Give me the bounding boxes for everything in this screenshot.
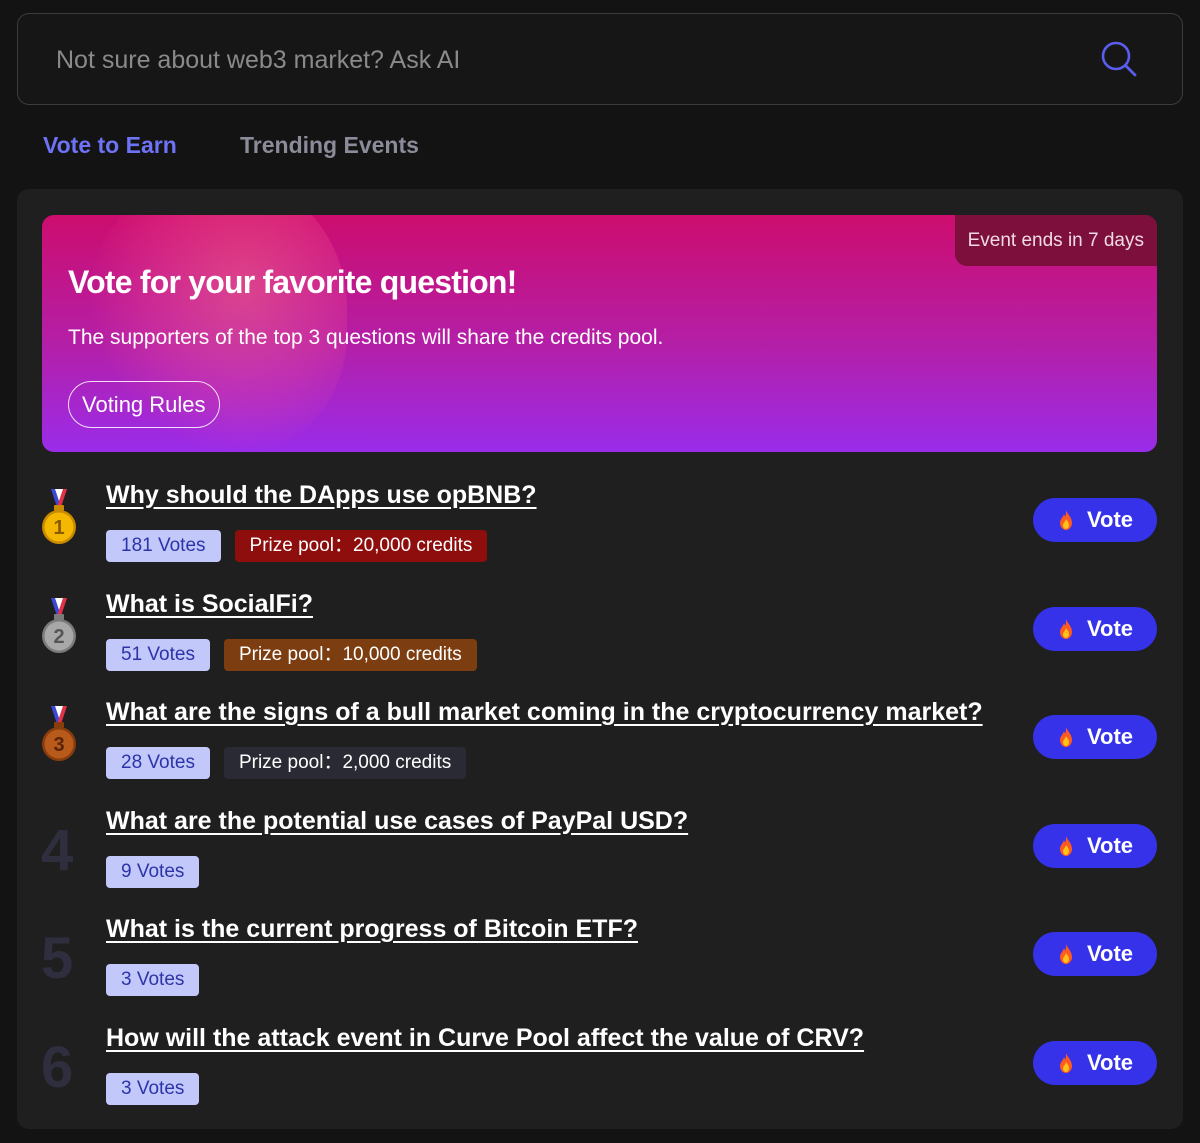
vote-count-badge: 3 Votes: [106, 964, 200, 996]
rank-number: 6: [41, 1034, 74, 1100]
question-row: 2 What is SocialFi? 51 Votes Prize pool：10,…: [17, 580, 1183, 689]
vote-count-badge: 181 Votes: [106, 530, 221, 562]
prize-pool-badge: Prize pool：10,000 credits: [223, 638, 477, 671]
prize-pool-badge: Prize pool：2,000 credits: [223, 747, 467, 779]
question-title-link[interactable]: What are the potential use cases of PayP…: [106, 807, 688, 836]
question-tags: 3 Votes: [106, 1072, 200, 1105]
fire-icon: [1059, 1052, 1072, 1073]
voting-rules-button[interactable]: Voting Rules: [68, 381, 220, 428]
banner-title: Vote for your favorite question!: [68, 264, 517, 300]
question-tags: 181 Votes Prize pool：20,000 credits: [106, 530, 488, 562]
question-row: 6 How will the attack event in Curve Pool…: [17, 1014, 1183, 1123]
vote-button-label: Vote: [1086, 1049, 1134, 1075]
event-ends-badge: Event ends in 7 days: [954, 215, 1157, 266]
vote-count-badge: 3 Votes: [106, 1072, 200, 1105]
tab-vote-to-earn[interactable]: Vote to Earn: [43, 132, 177, 159]
question-row: 5 What is the current progress of Bitcoin…: [17, 905, 1183, 1014]
vote-count-badge: 28 Votes: [106, 747, 210, 779]
rank-number: 4: [41, 817, 74, 883]
vote-panel: Event ends in 7 days Vote for your favor…: [17, 189, 1183, 1129]
fire-icon: [1059, 835, 1072, 856]
vote-count-badge: 51 Votes: [106, 638, 210, 671]
vote-button-label: Vote: [1086, 507, 1134, 532]
gold-medal-icon: 1: [42, 489, 76, 544]
search-bar[interactable]: [17, 13, 1183, 105]
event-banner: Event ends in 7 days Vote for your favor…: [42, 215, 1157, 452]
fire-icon: [1059, 727, 1072, 747]
rank-number: 5: [41, 926, 74, 991]
vote-button[interactable]: Vote: [1033, 932, 1157, 976]
question-tags: 51 Votes Prize pool：10,000 credits: [106, 638, 477, 671]
banner-subtitle: The supporters of the top 3 questions wi…: [68, 326, 664, 349]
question-tags: 9 Votes: [106, 855, 200, 888]
fire-icon: [1059, 510, 1072, 530]
question-tags: 28 Votes Prize pool：2,000 credits: [106, 747, 467, 779]
search-input[interactable]: [56, 40, 1076, 80]
vote-button[interactable]: Vote: [1033, 498, 1157, 542]
vote-button[interactable]: Vote: [1033, 715, 1157, 759]
vote-button[interactable]: Vote: [1033, 823, 1157, 868]
vote-button-label: Vote: [1086, 724, 1134, 749]
question-tags: 3 Votes: [106, 964, 200, 996]
medal-rank-number: 2: [53, 626, 64, 648]
prize-pool-badge: Prize pool：20,000 credits: [234, 530, 488, 562]
question-row: 1 Why should the DApps use opBNB? 181 Vote…: [17, 471, 1183, 580]
bronze-medal-icon: 3: [42, 706, 76, 761]
vote-button-label: Vote: [1086, 615, 1134, 641]
tab-trending-events[interactable]: Trending Events: [240, 132, 419, 159]
vote-button-label: Vote: [1086, 832, 1134, 858]
vote-button[interactable]: Vote: [1033, 606, 1157, 651]
silver-medal-icon: 2: [42, 597, 76, 653]
question-title-link[interactable]: How will the attack event in Curve Pool …: [106, 1024, 864, 1053]
question-row: 4 What are the potential use cases of Pay…: [17, 797, 1183, 906]
question-list: 1 Why should the DApps use opBNB? 181 Vote…: [17, 471, 1183, 1122]
medal-rank-number: 3: [53, 734, 64, 756]
question-title-link[interactable]: What is the current progress of Bitcoin …: [106, 915, 638, 944]
question-title-link[interactable]: What is SocialFi?: [106, 590, 313, 619]
question-row: 3 What are the signs of a bull market com…: [17, 688, 1183, 797]
vote-button[interactable]: Vote: [1033, 1040, 1157, 1085]
question-title-link[interactable]: What are the signs of a bull market comi…: [106, 698, 983, 727]
search-icon[interactable]: [1098, 38, 1140, 80]
vote-button-label: Vote: [1086, 941, 1134, 966]
vote-count-badge: 9 Votes: [106, 855, 200, 888]
fire-icon: [1059, 618, 1072, 639]
medal-rank-number: 1: [53, 517, 64, 539]
question-title-link[interactable]: Why should the DApps use opBNB?: [106, 481, 537, 510]
fire-icon: [1059, 944, 1072, 964]
